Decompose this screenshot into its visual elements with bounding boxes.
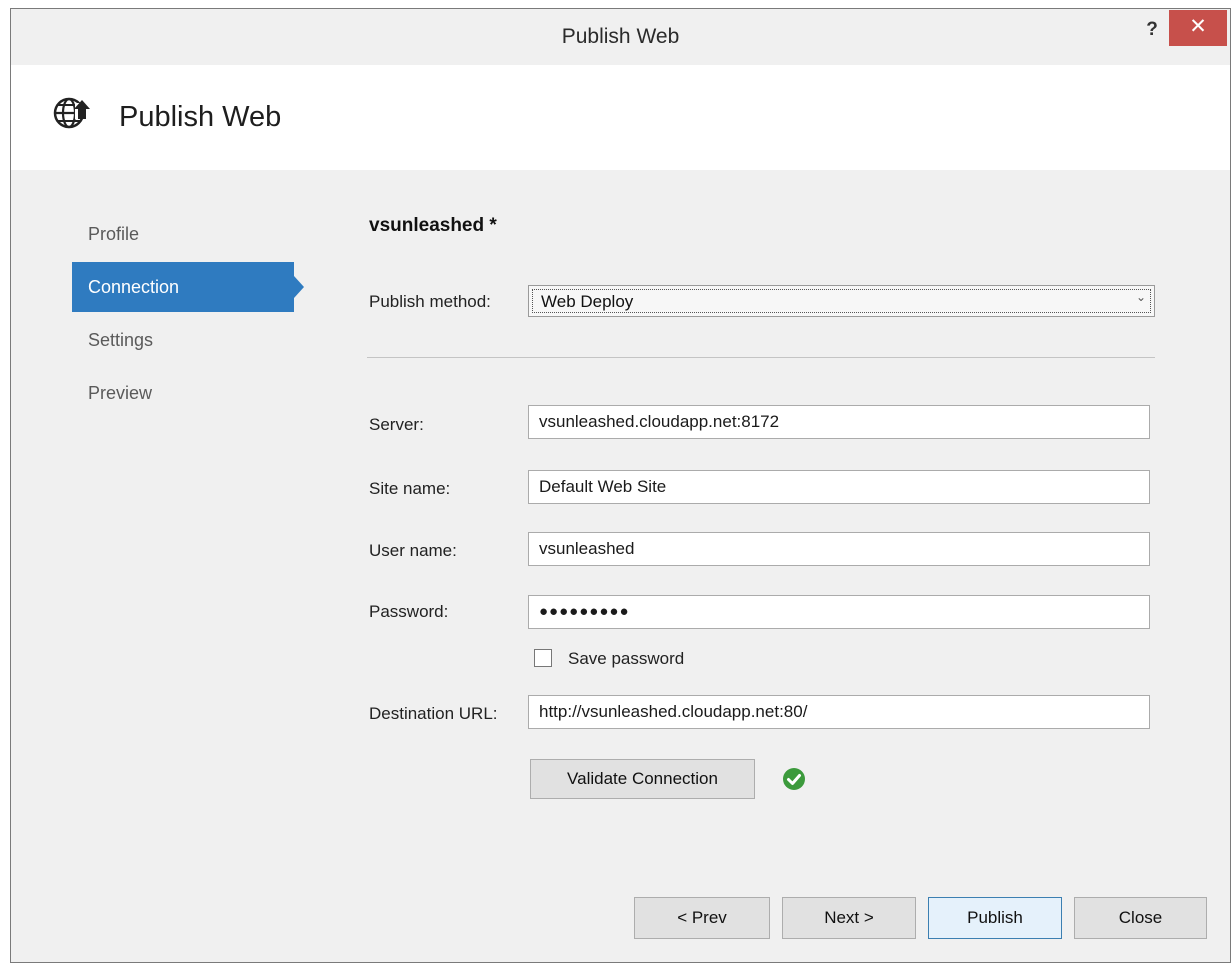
globe-publish-icon bbox=[53, 97, 90, 129]
dialog-header: Publish Web bbox=[11, 65, 1230, 170]
publish-method-select[interactable]: Web Deploy ⌄ bbox=[528, 285, 1155, 317]
save-password-label: Save password bbox=[568, 649, 685, 668]
close-button[interactable]: Close bbox=[1074, 897, 1207, 939]
publish-method-value: Web Deploy bbox=[532, 289, 1151, 313]
destination-url-label: Destination URL: bbox=[369, 704, 498, 723]
destination-url-input[interactable]: http://vsunleashed.cloudapp.net:80/ bbox=[528, 695, 1150, 729]
nav-item-connection[interactable]: Connection bbox=[72, 262, 304, 312]
window-close-button[interactable]: ✕ bbox=[1169, 10, 1227, 46]
success-check-icon bbox=[783, 768, 805, 790]
chevron-down-icon: ⌄ bbox=[1135, 290, 1146, 304]
password-input[interactable]: ●●●●●●●●● bbox=[528, 595, 1150, 629]
server-label: Server: bbox=[369, 415, 424, 434]
nav-item-preview[interactable]: Preview bbox=[72, 368, 294, 418]
dialog-heading: Publish Web bbox=[119, 101, 282, 133]
wizard-nav: Profile Connection Settings Preview bbox=[72, 209, 312, 418]
window-title: Publish Web bbox=[561, 25, 680, 48]
section-divider bbox=[367, 357, 1155, 358]
user-name-input[interactable]: vsunleashed bbox=[528, 532, 1150, 566]
nav-item-profile[interactable]: Profile bbox=[72, 209, 294, 259]
site-name-label: Site name: bbox=[369, 479, 451, 498]
help-button[interactable]: ? bbox=[1138, 17, 1166, 45]
prev-button[interactable]: < Prev bbox=[634, 897, 770, 939]
validate-connection-button[interactable]: Validate Connection bbox=[530, 759, 755, 799]
next-button[interactable]: Next > bbox=[782, 897, 916, 939]
site-name-input[interactable]: Default Web Site bbox=[528, 470, 1150, 504]
nav-item-settings[interactable]: Settings bbox=[72, 315, 294, 365]
server-input[interactable]: vsunleashed.cloudapp.net:8172 bbox=[528, 405, 1150, 439]
user-name-label: User name: bbox=[369, 541, 457, 560]
title-bar: Publish Web ? ✕ bbox=[11, 9, 1230, 65]
publish-button[interactable]: Publish bbox=[928, 897, 1062, 939]
save-password-checkbox[interactable] bbox=[534, 649, 552, 667]
password-label: Password: bbox=[369, 602, 449, 621]
publish-method-label: Publish method: bbox=[369, 292, 491, 311]
profile-name: vsunleashed * bbox=[369, 215, 497, 236]
publish-web-dialog: Publish Web ? ✕ Publish Web Profile Conn… bbox=[10, 8, 1231, 963]
